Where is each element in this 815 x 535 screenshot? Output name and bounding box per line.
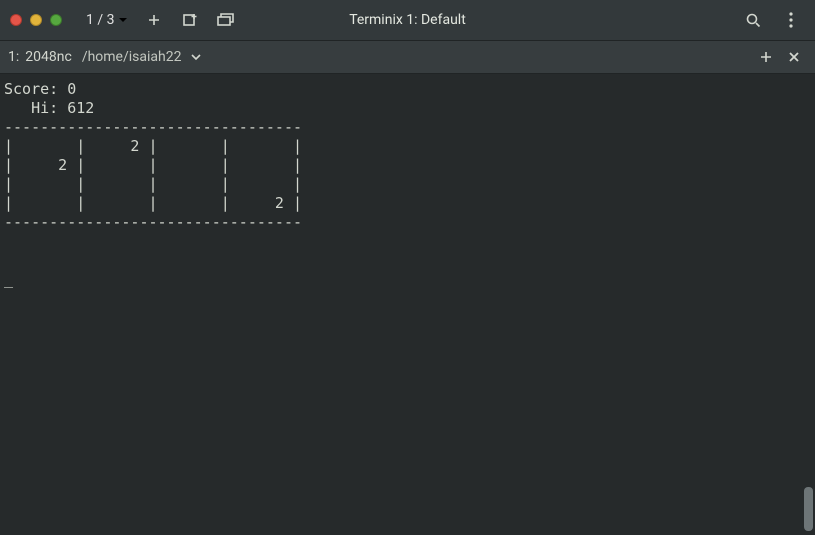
window-controls: [10, 14, 62, 26]
plus-icon: [760, 51, 772, 63]
session-indicator[interactable]: 1 / 3: [82, 12, 132, 28]
terminal-add-icon: [182, 12, 198, 28]
terminal-tab[interactable]: 1: 2048nc /home/isaiah22: [8, 49, 201, 65]
chevron-down-icon: [191, 52, 201, 62]
close-terminal-button[interactable]: [787, 50, 801, 64]
add-terminal-button[interactable]: [759, 50, 773, 64]
tab-index: 1:: [8, 49, 19, 65]
terminal-output: Score: 0 Hi: 612 -----------------------…: [4, 80, 811, 289]
layout-icon: [217, 13, 235, 27]
scrollbar[interactable]: [804, 74, 813, 535]
scrollbar-thumb[interactable]: [804, 487, 813, 531]
add-session-button[interactable]: [140, 6, 168, 34]
new-terminal-button[interactable]: [176, 6, 204, 34]
chevron-down-icon: [118, 15, 128, 25]
terminal-tabbar: 1: 2048nc /home/isaiah22: [0, 40, 815, 74]
app-menu-button[interactable]: [777, 6, 805, 34]
search-icon: [745, 12, 761, 28]
kebab-menu-icon: [789, 12, 793, 28]
session-indicator-label: 1 / 3: [86, 12, 114, 28]
plus-icon: [147, 13, 161, 27]
tab-path: /home/isaiah22: [82, 49, 182, 65]
window-titlebar: 1 / 3 Terminix 1: Default: [0, 0, 815, 40]
tab-process: 2048nc: [25, 49, 72, 65]
close-window-button[interactable]: [10, 14, 22, 26]
maximize-window-button[interactable]: [50, 14, 62, 26]
minimize-window-button[interactable]: [30, 14, 42, 26]
terminal-pane[interactable]: Score: 0 Hi: 612 -----------------------…: [0, 74, 815, 535]
close-icon: [788, 51, 800, 63]
search-button[interactable]: [739, 6, 767, 34]
layout-button[interactable]: [212, 6, 240, 34]
